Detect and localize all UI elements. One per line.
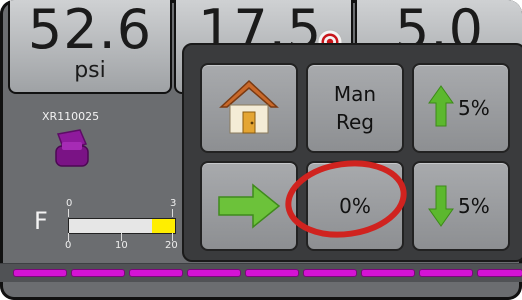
- boom-section[interactable]: [72, 270, 124, 276]
- flow-top-tick: 0: [66, 198, 73, 209]
- boom-section[interactable]: [246, 270, 298, 276]
- pressure-value: 52.6: [27, 0, 153, 61]
- boom-section-bar: [0, 263, 522, 282]
- flow-gauge: [68, 218, 176, 234]
- sprayer-display: 52.6 psi 17.5 5.0 XR110025 F 0 3 0 10 20: [0, 0, 522, 300]
- man-reg-line1: Man: [333, 82, 377, 106]
- boom-section[interactable]: [362, 270, 414, 276]
- boom-section[interactable]: [478, 270, 522, 276]
- flow-letter: F: [34, 207, 48, 235]
- flow-gauge-fill: [151, 219, 175, 233]
- home-icon: [219, 79, 279, 134]
- nozzle-icon: [55, 129, 89, 167]
- flow-bottom-tick: 10: [115, 240, 128, 251]
- boom-section[interactable]: [304, 270, 356, 276]
- increase-label: 5%: [458, 96, 490, 120]
- man-reg-line2: Reg: [336, 110, 374, 134]
- rate-decrease-button[interactable]: 5%: [412, 161, 510, 251]
- arrow-right-icon: [218, 183, 281, 229]
- boom-section[interactable]: [14, 270, 66, 276]
- flow-top-tick: 3: [170, 198, 177, 209]
- tick-mark: [172, 209, 173, 217]
- tick-mark: [68, 209, 69, 217]
- pressure-unit: psi: [74, 58, 106, 83]
- home-button[interactable]: [200, 63, 298, 153]
- boom-section[interactable]: [130, 270, 182, 276]
- rate-increase-button[interactable]: 5%: [412, 63, 510, 153]
- arrow-up-icon: [428, 85, 454, 127]
- decrease-label: 5%: [458, 194, 490, 218]
- manual-regulation-button[interactable]: Man Reg: [306, 63, 404, 153]
- annotation-highlight-ring: [285, 160, 407, 238]
- flow-bottom-tick: 0: [65, 240, 72, 251]
- nozzle-label: XR110025: [42, 110, 100, 123]
- boom-section[interactable]: [420, 270, 472, 276]
- flow-bottom-tick: 20: [165, 240, 178, 251]
- arrow-down-icon: [428, 185, 454, 227]
- boom-section[interactable]: [188, 270, 240, 276]
- pressure-tile[interactable]: 52.6 psi: [8, 0, 172, 94]
